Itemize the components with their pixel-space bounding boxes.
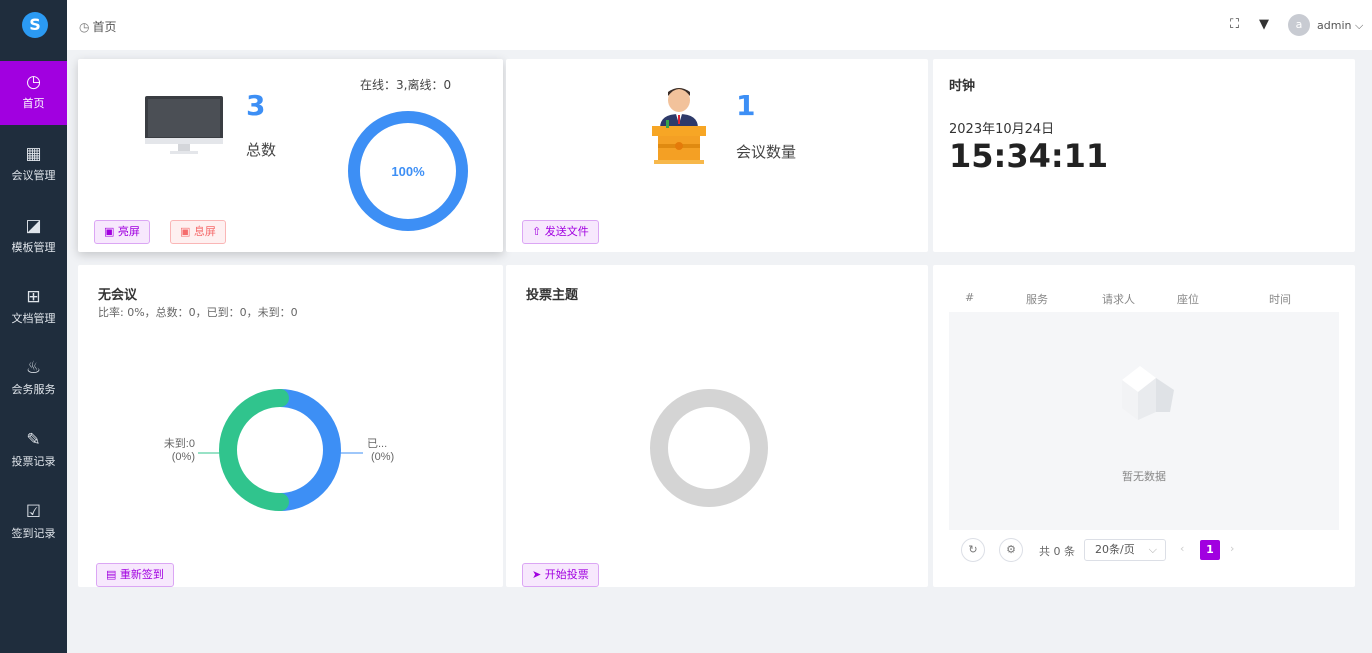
chevron-down-icon: ⌵ <box>1148 543 1157 556</box>
arrived-label: 已... <box>367 438 387 450</box>
sidebar-item-label: 投票记录 <box>11 455 56 468</box>
breadcrumb-home[interactable]: 首页 <box>92 20 116 34</box>
page-size-value: 20条/页 <box>1095 543 1135 556</box>
table-header-index: # <box>965 291 975 304</box>
monitor-icon <box>145 96 223 154</box>
empty-text: 暂无数据 <box>1122 470 1166 483</box>
avatar[interactable]: a <box>1288 14 1310 36</box>
sidebar-item-meetings[interactable]: ▦ 会议管理 <box>0 133 67 197</box>
sidebar-item-documents[interactable]: ⊞ 文档管理 <box>0 276 67 340</box>
breadcrumb[interactable]: ◷ 首页 <box>79 18 117 35</box>
screen-on-button[interactable]: ▣ 亮屏 <box>94 220 150 244</box>
send-icon: ➤ <box>532 568 545 581</box>
image-icon: ◪ <box>25 216 42 236</box>
clock-card: 时钟 2023年10月24日 15:34:11 <box>933 59 1355 252</box>
table-header-time: 时间 <box>1269 293 1291 306</box>
clock-title: 时钟 <box>949 79 976 94</box>
prev-page-icon[interactable]: ‹ <box>1180 542 1184 555</box>
refresh-icon: ↻ <box>968 543 978 556</box>
screen-on-icon: ▣ <box>104 225 118 238</box>
resign-button[interactable]: ▤ 重新签到 <box>96 563 174 587</box>
screen-off-label: 息屏 <box>193 225 216 238</box>
page-button-current[interactable]: 1 <box>1200 540 1220 560</box>
sidebar-item-signins[interactable]: ☑ 签到记录 <box>0 491 67 555</box>
signin-donut-chart: 未到:0 (0%) 已... (0%) <box>164 389 394 511</box>
table-header-requester: 请求人 <box>1102 293 1135 306</box>
device-total-label: 总数 <box>246 141 277 159</box>
signin-stats: 比率: 0%，总数：0，已到：0，未到：0 <box>98 306 298 319</box>
chevron-down-icon: ⌵ <box>1351 19 1364 32</box>
sidebar-item-votes[interactable]: ✎ 投票记录 <box>0 419 67 483</box>
grid-icon: ⊞ <box>26 287 41 307</box>
screen-off-button[interactable]: ▣ 息屏 <box>170 220 226 244</box>
sidebar-item-home[interactable]: ◷ 首页 <box>0 61 67 125</box>
clock-date: 2023年10月24日 <box>949 122 1055 137</box>
meeting-card: 1 会议数量 ⇧ 发送文件 <box>506 59 928 252</box>
online-ring-chart: 100% <box>348 111 468 231</box>
absent-label: 未到:0 <box>164 437 195 450</box>
resign-label: 重新签到 <box>119 568 164 581</box>
service-table-card: # 服务 请求人 座位 时间 暂无数据 ↻ ⚙ 共 0 条 20条/页 ⌵ ‹ 1… <box>933 265 1355 587</box>
pie-chart-icon: ◷ <box>26 72 41 92</box>
document-icon: ▤ <box>106 568 120 581</box>
start-vote-label: 开始投票 <box>544 568 589 581</box>
absent-segment <box>219 389 289 511</box>
sidebar-item-label: 会务服务 <box>11 383 56 396</box>
vote-empty-ring <box>650 389 768 507</box>
arrived-segment <box>271 389 341 511</box>
logo: S <box>22 12 48 38</box>
screen-on-label: 亮屏 <box>117 225 140 238</box>
vote-title: 投票主题 <box>526 288 579 303</box>
send-file-button[interactable]: ⇧ 发送文件 <box>522 220 599 244</box>
sidebar-item-label: 文档管理 <box>11 312 56 325</box>
clock-icon: ◷ <box>79 20 90 34</box>
fullscreen-icon[interactable]: ⛶ <box>1230 17 1239 32</box>
table-total: 共 0 条 <box>1039 545 1075 558</box>
table-header-seat: 座位 <box>1177 293 1199 306</box>
send-file-label: 发送文件 <box>544 225 589 238</box>
empty-box-icon <box>1122 366 1174 420</box>
table-body: 暂无数据 <box>949 312 1339 530</box>
sidebar-item-templates[interactable]: ◪ 模板管理 <box>0 205 67 269</box>
signin-card: 无会议 比率: 0%，总数：0，已到：0，未到：0 未到:0 (0%) 已...… <box>78 265 503 587</box>
top-bar: ◷ 首页 ⛶ ▼ a admin ⌵ <box>67 0 1372 50</box>
table-header-service: 服务 <box>1026 293 1048 306</box>
sidebar-item-label: 首页 <box>22 97 45 110</box>
online-status: 在线：3,离线：0 <box>360 78 452 92</box>
upload-icon: ⇧ <box>532 225 545 238</box>
sidebar: S ◷ 首页 ▦ 会议管理 ◪ 模板管理 ⊞ 文档管理 ♨ 会务服务 ✎ 投票记… <box>0 0 67 653</box>
refresh-button[interactable]: ↻ <box>961 538 985 562</box>
device-card: 3 总数 在线：3,离线：0 100% ▣ 亮屏 ▣ 息屏 <box>78 59 503 252</box>
sidebar-item-label: 会议管理 <box>11 169 56 182</box>
notification-icon[interactable]: ▼ <box>1259 17 1269 32</box>
start-vote-button[interactable]: ➤ 开始投票 <box>522 563 599 587</box>
sidebar-item-label: 模板管理 <box>11 241 56 254</box>
page-size-select[interactable]: 20条/页 ⌵ <box>1084 539 1166 561</box>
next-page-icon[interactable]: › <box>1230 542 1234 555</box>
username: admin <box>1317 19 1352 32</box>
device-total: 3 <box>246 89 266 122</box>
gear-icon: ⚙ <box>1006 543 1016 556</box>
vote-card: 投票主题 ➤ 开始投票 <box>506 265 928 587</box>
sidebar-item-label: 签到记录 <box>11 527 56 540</box>
clipboard-check-icon: ☑ <box>25 502 42 522</box>
calendar-icon: ▦ <box>25 144 42 164</box>
speaker-podium-icon <box>652 88 706 164</box>
online-percent: 100% <box>391 164 425 179</box>
screen-off-icon: ▣ <box>180 225 194 238</box>
absent-percent: (0%) <box>172 451 195 463</box>
cup-icon: ♨ <box>25 358 42 378</box>
settings-button[interactable]: ⚙ <box>999 538 1023 562</box>
pen-icon: ✎ <box>26 430 41 450</box>
signin-title: 无会议 <box>98 288 138 303</box>
meeting-count-label: 会议数量 <box>736 143 797 161</box>
meeting-count: 1 <box>736 89 756 122</box>
arrived-percent: (0%) <box>371 451 394 463</box>
clock-time: 15:34:11 <box>949 137 1109 175</box>
sidebar-item-services[interactable]: ♨ 会务服务 <box>0 347 67 411</box>
user-menu[interactable]: admin ⌵ <box>1317 19 1363 33</box>
